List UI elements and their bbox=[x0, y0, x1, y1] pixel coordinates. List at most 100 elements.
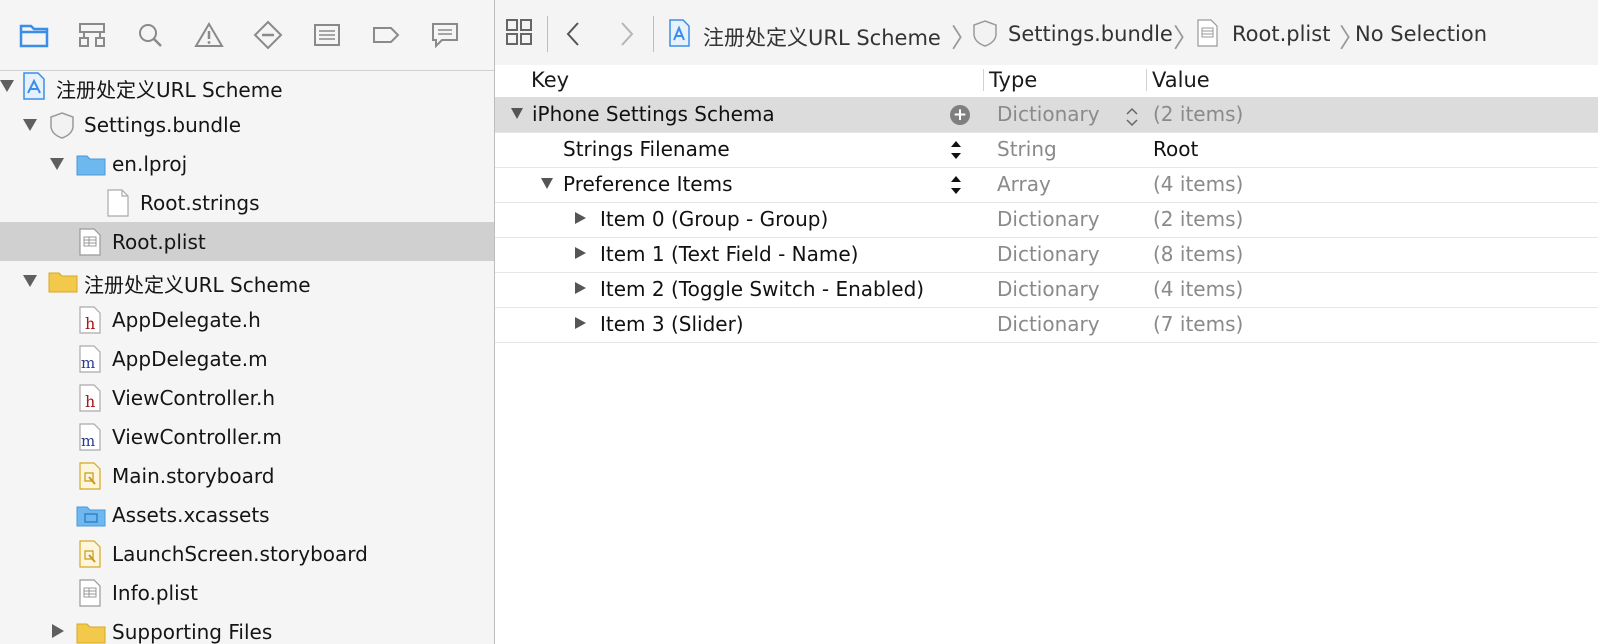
row-type[interactable]: Dictionary bbox=[997, 242, 1100, 266]
value-column-header[interactable]: Value bbox=[1152, 68, 1210, 92]
tree-item-launchscreen[interactable]: LaunchScreen.storyboard bbox=[0, 534, 494, 573]
breadcrumb-bundle[interactable]: Settings.bundle bbox=[1008, 22, 1173, 46]
separator bbox=[547, 16, 548, 52]
column-divider[interactable] bbox=[1146, 69, 1147, 91]
breakpoint-icon bbox=[373, 27, 400, 43]
project-icon bbox=[667, 19, 693, 47]
jump-bar: 注册处定义URL Scheme 〉 Settings.bundle 〉 Root… bbox=[495, 0, 1598, 66]
disclosure-triangle[interactable] bbox=[23, 119, 37, 131]
up-down-arrows-icon bbox=[951, 141, 961, 159]
row-value: (4 items) bbox=[1153, 277, 1244, 301]
disclosure-triangle[interactable] bbox=[541, 178, 553, 189]
tree-item-label: 注册处定义URL Scheme bbox=[84, 273, 311, 297]
storyboard-icon bbox=[76, 540, 104, 568]
symbol-navigator-tab[interactable] bbox=[76, 18, 108, 52]
row-type[interactable]: Array bbox=[997, 172, 1051, 196]
table-row[interactable]: Item 2 (Toggle Switch - Enabled) Diction… bbox=[495, 272, 1598, 308]
add-row-button[interactable]: + bbox=[950, 105, 970, 125]
breadcrumb-file[interactable]: Root.plist bbox=[1232, 22, 1330, 46]
key-column-header[interactable]: Key bbox=[531, 68, 569, 92]
type-column-header[interactable]: Type bbox=[989, 68, 1037, 92]
hierarchy-icon bbox=[79, 23, 105, 47]
disclosure-triangle[interactable] bbox=[575, 247, 586, 259]
table-row[interactable]: Strings Filename String Root bbox=[495, 132, 1598, 168]
row-type[interactable]: Dictionary bbox=[997, 312, 1100, 336]
table-row[interactable]: Item 0 (Group - Group) Dictionary (2 ite… bbox=[495, 202, 1598, 238]
header-file-icon: h bbox=[76, 384, 104, 412]
row-key: iPhone Settings Schema bbox=[532, 102, 775, 126]
plist-icon bbox=[76, 579, 104, 607]
implementation-file-icon: m bbox=[76, 423, 104, 451]
row-value: (8 items) bbox=[1153, 242, 1244, 266]
row-value[interactable]: Root bbox=[1153, 137, 1198, 161]
tree-item-en-lproj[interactable]: en.lproj bbox=[0, 144, 494, 183]
tree-item-viewcontroller-m[interactable]: m ViewController.m bbox=[0, 417, 494, 456]
table-row[interactable]: iPhone Settings Schema + Dictionary (2 i… bbox=[495, 97, 1598, 133]
tree-item-root-strings[interactable]: Root.strings bbox=[0, 183, 494, 222]
table-row[interactable]: Preference Items Array (4 items) bbox=[495, 167, 1598, 203]
debug-navigator-tab[interactable] bbox=[311, 18, 343, 52]
chevron-right-icon bbox=[621, 22, 634, 46]
asset-catalog-icon bbox=[76, 501, 106, 529]
find-navigator-tab[interactable] bbox=[134, 18, 166, 52]
svg-text:m: m bbox=[81, 432, 95, 450]
tree-item-root-plist[interactable]: Root.plist bbox=[0, 222, 494, 261]
row-type[interactable]: Dictionary bbox=[997, 102, 1100, 126]
breadcrumb-project[interactable]: 注册处定义URL Scheme bbox=[703, 22, 941, 52]
grid-icon bbox=[506, 19, 532, 45]
storyboard-icon bbox=[76, 462, 104, 490]
disclosure-triangle[interactable] bbox=[575, 212, 586, 224]
row-type[interactable]: String bbox=[997, 137, 1057, 161]
tree-item-settings-bundle[interactable]: Settings.bundle bbox=[0, 105, 494, 144]
blue-folder-icon bbox=[76, 150, 106, 178]
row-key: Item 1 (Text Field - Name) bbox=[600, 242, 859, 266]
row-type[interactable]: Dictionary bbox=[997, 207, 1100, 231]
plist-icon bbox=[1195, 19, 1221, 47]
tree-item-assets[interactable]: Assets.xcassets bbox=[0, 495, 494, 534]
tree-item-group-folder[interactable]: 注册处定义URL Scheme bbox=[0, 261, 494, 300]
disclosure-triangle[interactable] bbox=[52, 624, 64, 638]
up-down-arrows-icon bbox=[951, 176, 961, 194]
project-navigator-tab[interactable] bbox=[18, 18, 50, 52]
tree-item-main-storyboard[interactable]: Main.storyboard bbox=[0, 456, 494, 495]
tree-item-supporting-files[interactable]: Supporting Files bbox=[0, 612, 494, 644]
table-row[interactable]: Item 1 (Text Field - Name) Dictionary (8… bbox=[495, 237, 1598, 273]
row-key: Strings Filename bbox=[563, 137, 730, 161]
tree-item-appdelegate-h[interactable]: h AppDelegate.h bbox=[0, 300, 494, 339]
breakpoint-navigator-tab[interactable] bbox=[370, 18, 402, 52]
forward-button[interactable] bbox=[617, 20, 637, 48]
svg-text:h: h bbox=[85, 392, 95, 411]
disclosure-triangle[interactable] bbox=[0, 80, 14, 92]
list-icon bbox=[314, 24, 340, 46]
related-items-button[interactable] bbox=[505, 18, 535, 48]
plist-icon bbox=[76, 228, 104, 256]
table-row[interactable]: Item 3 (Slider) Dictionary (7 items) bbox=[495, 307, 1598, 343]
disclosure-triangle[interactable] bbox=[511, 108, 523, 119]
yellow-folder-icon bbox=[48, 267, 78, 295]
test-navigator-tab[interactable] bbox=[252, 18, 284, 52]
column-divider[interactable] bbox=[983, 69, 984, 91]
back-button[interactable] bbox=[563, 20, 583, 48]
key-stepper[interactable] bbox=[950, 173, 962, 197]
type-popup-button[interactable] bbox=[1125, 105, 1139, 129]
search-icon bbox=[139, 24, 162, 47]
svg-text:h: h bbox=[85, 314, 95, 333]
tree-item-info-plist[interactable]: Info.plist bbox=[0, 573, 494, 612]
row-type[interactable]: Dictionary bbox=[997, 277, 1100, 301]
breadcrumb-selection[interactable]: No Selection bbox=[1355, 22, 1487, 46]
disclosure-triangle[interactable] bbox=[575, 317, 586, 329]
tree-item-project[interactable]: 注册处定义URL Scheme bbox=[0, 66, 494, 105]
issue-navigator-tab[interactable] bbox=[193, 18, 225, 52]
disclosure-triangle[interactable] bbox=[50, 158, 64, 170]
tree-item-viewcontroller-h[interactable]: h ViewController.h bbox=[0, 378, 494, 417]
disclosure-triangle[interactable] bbox=[575, 282, 586, 294]
tree-item-label: ViewController.m bbox=[112, 425, 282, 449]
report-navigator-tab[interactable] bbox=[429, 18, 461, 52]
tree-item-appdelegate-m[interactable]: m AppDelegate.m bbox=[0, 339, 494, 378]
key-stepper[interactable] bbox=[950, 138, 962, 162]
bundle-icon bbox=[48, 111, 76, 139]
tree-item-label: ViewController.h bbox=[112, 386, 276, 410]
row-value: (4 items) bbox=[1153, 172, 1244, 196]
disclosure-triangle[interactable] bbox=[23, 275, 37, 287]
tree-item-label: Main.storyboard bbox=[112, 464, 275, 488]
